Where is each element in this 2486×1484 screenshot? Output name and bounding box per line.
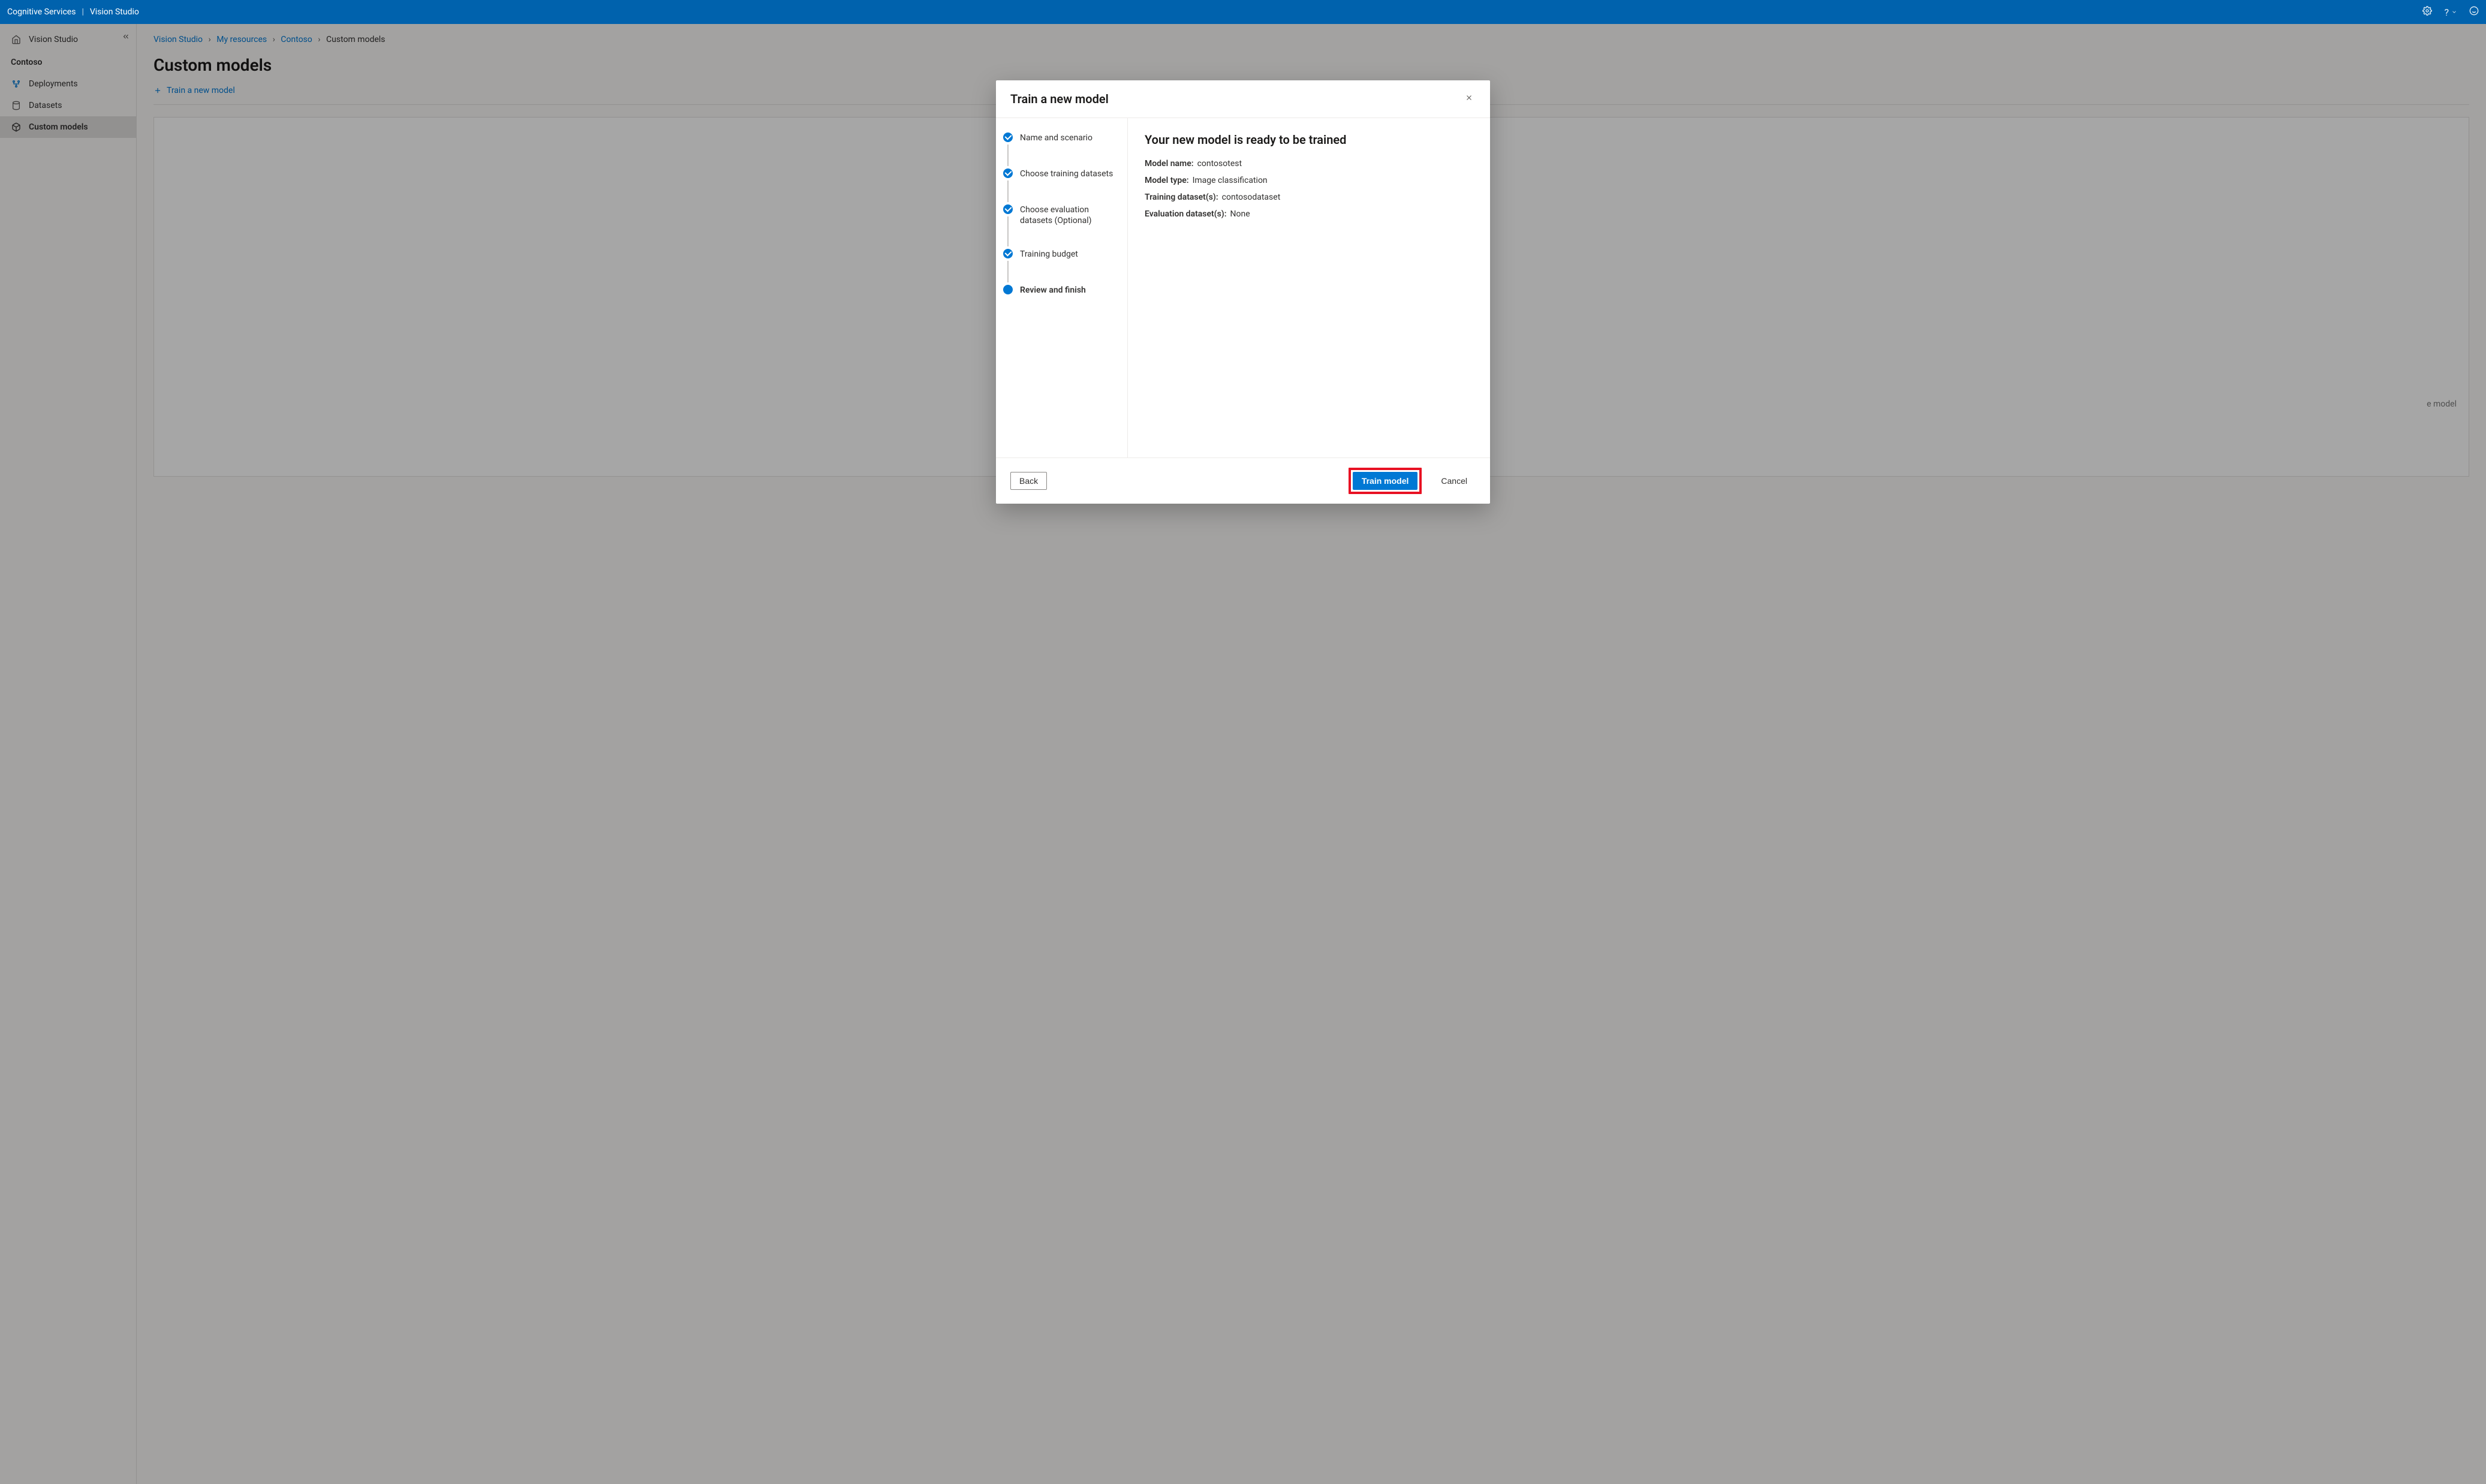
review-value: None <box>1230 209 1250 219</box>
step-label[interactable]: Review and finish <box>1020 285 1086 296</box>
step-dot-done-icon <box>1003 168 1013 178</box>
review-title: Your new model is ready to be trained <box>1145 133 1473 147</box>
app-header: Cognitive Services | Vision Studio ? <box>0 0 2486 24</box>
step-dot-done-icon <box>1003 204 1013 214</box>
close-icon <box>1465 94 1473 102</box>
review-pane: Your new model is ready to be trained Mo… <box>1128 118 1490 457</box>
wizard-stepper: Name and scenario Choose training datase… <box>996 118 1128 457</box>
review-value: contosotest <box>1197 159 1242 168</box>
modal-close-button[interactable] <box>1462 91 1476 107</box>
gear-icon[interactable] <box>2422 6 2432 18</box>
train-model-button[interactable]: Train model <box>1353 472 1418 490</box>
step-dot-done-icon <box>1003 133 1013 142</box>
review-key: Model type: <box>1145 176 1189 185</box>
review-value: contosodataset <box>1222 192 1281 202</box>
feedback-smile-icon[interactable] <box>2469 6 2479 18</box>
brand-label: Cognitive Services <box>7 7 76 17</box>
back-button[interactable]: Back <box>1010 472 1047 490</box>
review-value: Image classification <box>1193 176 1268 185</box>
modal-title: Train a new model <box>1010 92 1109 106</box>
help-icon[interactable]: ? <box>2444 7 2457 18</box>
review-row: Model type: Image classification <box>1145 176 1473 185</box>
review-key: Training dataset(s): <box>1145 192 1218 202</box>
review-row: Training dataset(s): contosodataset <box>1145 192 1473 202</box>
step-dot-done-icon <box>1003 249 1013 258</box>
step-label[interactable]: Name and scenario <box>1020 133 1092 168</box>
review-row: Evaluation dataset(s): None <box>1145 209 1473 219</box>
cancel-button[interactable]: Cancel <box>1432 472 1476 489</box>
step-dot-current-icon <box>1003 285 1013 294</box>
train-button-highlight: Train model <box>1349 468 1422 494</box>
review-key: Model name: <box>1145 159 1194 168</box>
review-key: Evaluation dataset(s): <box>1145 209 1227 219</box>
chevron-down-icon <box>2451 9 2457 15</box>
section-label: Vision Studio <box>90 7 139 17</box>
step-label[interactable]: Training budget <box>1020 249 1078 285</box>
review-row: Model name: contosotest <box>1145 159 1473 168</box>
brand-divider: | <box>82 7 83 17</box>
train-model-modal: Train a new model Name and scenario <box>996 80 1490 504</box>
step-label[interactable]: Choose evaluation datasets (Optional) <box>1020 204 1115 249</box>
step-label[interactable]: Choose training datasets <box>1020 168 1113 204</box>
